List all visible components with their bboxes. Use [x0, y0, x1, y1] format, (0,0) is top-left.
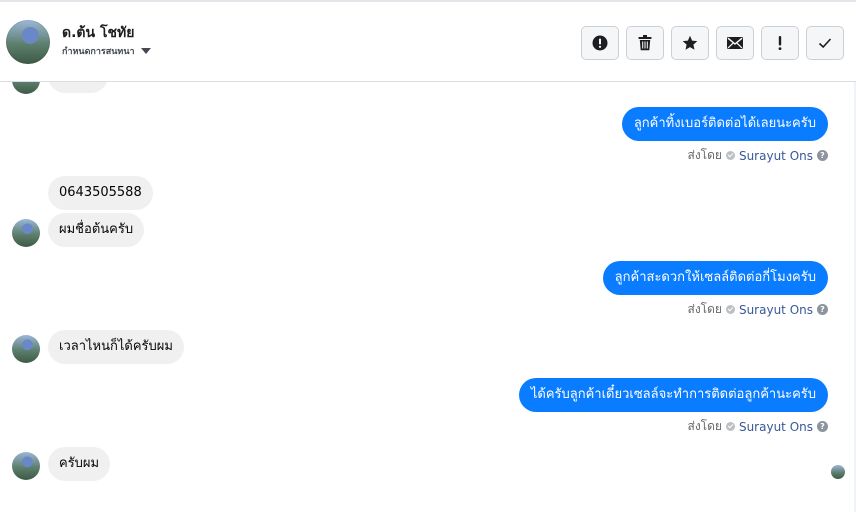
sent-by-line: ส่งโดย Surayut Ons ?: [687, 146, 828, 165]
help-question-icon[interactable]: ?: [817, 421, 828, 432]
verified-check-icon: [725, 422, 735, 431]
checkmark-icon: [818, 38, 832, 49]
seen-indicator-avatar: [831, 465, 845, 479]
message-thread[interactable]: ลูกค้าทิ้งเบอร์ติดต่อได้เลยนะครับ ส่งโดย…: [0, 82, 856, 512]
caret-down-icon: [140, 48, 151, 54]
contact-avatar-small: [12, 219, 40, 247]
star-icon: [682, 35, 698, 50]
incoming-message-bubble[interactable]: เวลาไหนก็ได้ครับผม: [48, 330, 184, 364]
conversation-header: ด.ต้น โชทัย กำหนดการสนทนา: [0, 0, 856, 82]
sent-by-prefix: ส่งโดย: [687, 148, 722, 162]
incoming-message-bubble[interactable]: 0643505588: [48, 176, 153, 210]
incoming-message-bubble[interactable]: ครับผม: [48, 447, 111, 481]
sender-name[interactable]: Surayut Ons: [739, 149, 813, 163]
exclamation-icon: [778, 36, 782, 50]
action-toolbar: [581, 26, 844, 60]
contact-avatar-small: [12, 82, 40, 94]
assign-conversation-dropdown[interactable]: กำหนดการสนทนา: [62, 44, 151, 58]
verified-check-icon: [725, 305, 735, 314]
outgoing-message-bubble[interactable]: ลูกค้าทิ้งเบอร์ติดต่อได้เลยนะครับ: [621, 107, 828, 141]
assign-label: กำหนดการสนทนา: [62, 47, 135, 57]
incoming-message-bubble[interactable]: [48, 82, 108, 93]
delete-button[interactable]: [626, 26, 664, 60]
help-question-icon[interactable]: ?: [817, 304, 828, 315]
help-question-icon[interactable]: ?: [817, 150, 828, 161]
outgoing-message-bubble[interactable]: ลูกค้าสะดวกให้เซลล์ติดต่อกี่โมงครับ: [602, 261, 828, 295]
sender-name[interactable]: Surayut Ons: [739, 303, 813, 317]
mark-spam-button[interactable]: [581, 26, 619, 60]
sent-by-line: ส่งโดย Surayut Ons ?: [687, 417, 828, 436]
contact-name[interactable]: ด.ต้น โชทัย: [62, 22, 134, 44]
envelope-icon: [727, 37, 743, 49]
sent-by-prefix: ส่งโดย: [687, 419, 722, 433]
mark-unread-button[interactable]: [716, 26, 754, 60]
trash-icon: [638, 35, 652, 51]
contact-avatar[interactable]: [6, 20, 50, 64]
follow-up-button[interactable]: [761, 26, 799, 60]
incoming-message-bubble[interactable]: ผมชื่อต้นครับ: [48, 213, 145, 247]
verified-check-icon: [725, 151, 735, 160]
star-button[interactable]: [671, 26, 709, 60]
contact-avatar-small: [12, 452, 40, 480]
sender-name[interactable]: Surayut Ons: [739, 420, 813, 434]
outgoing-message-bubble[interactable]: ได้ครับลูกค้าเดี๋ยวเซลล์จะทำการติดต่อลูก…: [518, 378, 828, 412]
contact-avatar-small: [12, 335, 40, 363]
mark-done-button[interactable]: [806, 26, 844, 60]
sent-by-line: ส่งโดย Surayut Ons ?: [687, 300, 828, 319]
sent-by-prefix: ส่งโดย: [687, 302, 722, 316]
alert-circle-icon: [592, 35, 608, 51]
